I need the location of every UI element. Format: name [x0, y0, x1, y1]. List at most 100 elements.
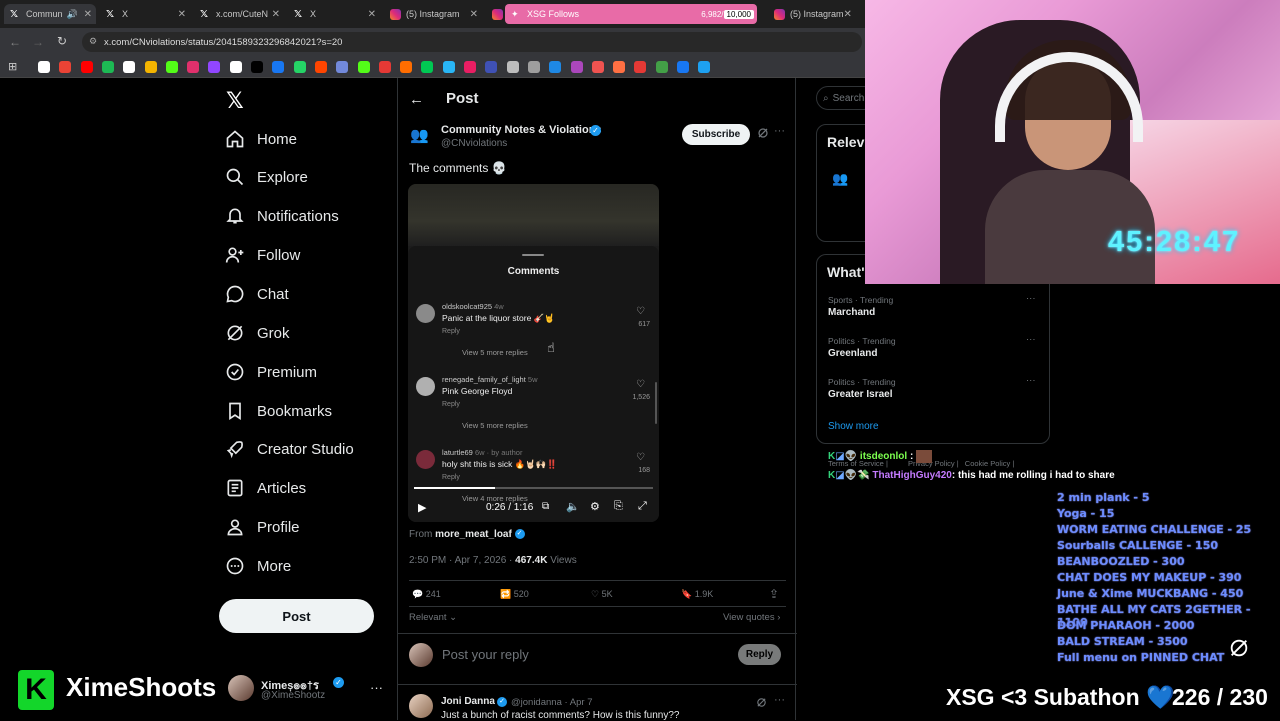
browser-tab[interactable]: 𝕏 X ✕: [100, 4, 190, 24]
bookmark-favicon-icon[interactable]: [570, 61, 583, 73]
nav-creator-studio[interactable]: Creator Studio: [224, 434, 354, 464]
bookmark-favicon-icon[interactable]: [655, 61, 668, 73]
nav-more[interactable]: More: [224, 551, 291, 581]
account-menu-icon[interactable]: ···: [370, 680, 383, 695]
bookmark-favicon-icon[interactable]: [293, 61, 306, 73]
comment-avatar[interactable]: [416, 450, 435, 469]
back-arrow-icon[interactable]: ←: [9, 35, 21, 49]
bookmark-favicon-icon[interactable]: [400, 61, 413, 73]
nav-grok[interactable]: Grok: [224, 318, 290, 348]
share-icon[interactable]: ⇪: [769, 587, 779, 601]
trend-more-icon[interactable]: ···: [1026, 375, 1036, 386]
view-more-replies-link[interactable]: View 5 more replies: [462, 348, 528, 357]
view-quotes-link[interactable]: View quotes ›: [723, 612, 780, 623]
trend-more-icon[interactable]: ···: [1026, 293, 1036, 304]
nav-profile[interactable]: Profile: [224, 512, 300, 542]
like-count[interactable]: ♡ 5K: [591, 589, 613, 600]
browser-tab[interactable]: [486, 4, 504, 24]
bookmark-favicon-icon[interactable]: [101, 61, 114, 73]
pip-icon[interactable]: ⎘: [614, 500, 623, 513]
author-avatar[interactable]: 👥: [832, 171, 848, 187]
grok-icon[interactable]: [757, 127, 769, 139]
bookmark-favicon-icon[interactable]: [208, 61, 221, 73]
play-icon[interactable]: ▶: [418, 501, 426, 514]
bookmark-favicon-icon[interactable]: [613, 61, 626, 73]
close-tab-icon[interactable]: ✕: [368, 9, 380, 20]
nav-notifications[interactable]: Notifications: [224, 201, 339, 231]
repost-count[interactable]: 🔁 520: [500, 589, 529, 600]
bookmark-favicon-icon[interactable]: [251, 61, 263, 73]
bookmark-favicon-icon[interactable]: [80, 61, 93, 73]
bookmark-favicon-icon[interactable]: [187, 61, 200, 73]
browser-tab[interactable]: 𝕏 x.com/CuteN ✕: [194, 4, 284, 24]
bookmark-favicon-icon[interactable]: [272, 61, 285, 73]
mute-icon[interactable]: 🔊: [67, 9, 78, 20]
nav-follow[interactable]: Follow: [224, 240, 300, 270]
grok-icon[interactable]: [756, 697, 767, 708]
drag-handle[interactable]: [522, 254, 544, 256]
heart-icon[interactable]: ♡: [636, 306, 645, 317]
avatar[interactable]: [228, 675, 254, 701]
video-progress-track[interactable]: [414, 487, 653, 489]
site-info-icon[interactable]: ⚙: [89, 36, 97, 47]
scrollbar[interactable]: [655, 382, 657, 424]
bookmark-favicon-icon[interactable]: [123, 61, 136, 73]
video-player[interactable]: Comments oldskoolcat925 4w Panic at the l…: [408, 184, 659, 522]
back-arrow-icon[interactable]: ←: [409, 91, 424, 108]
reply-input[interactable]: Post your reply: [442, 647, 529, 662]
reply-button[interactable]: Reply: [738, 644, 781, 665]
trend-name[interactable]: Greenland: [828, 348, 877, 359]
captions-icon[interactable]: ⧉: [542, 501, 549, 512]
subscribe-button[interactable]: Subscribe: [682, 124, 750, 145]
volume-icon[interactable]: 🔈: [566, 500, 580, 513]
bookmark-favicon-icon[interactable]: [464, 61, 476, 73]
bookmark-favicon-icon[interactable]: [506, 61, 519, 73]
trend-name[interactable]: Marchand: [828, 307, 875, 318]
bookmark-count[interactable]: 🔖 1.9K: [681, 589, 713, 600]
comment-reply-link[interactable]: Reply: [442, 328, 460, 335]
author-avatar[interactable]: 👥: [410, 126, 432, 148]
comment-reply-link[interactable]: Reply: [442, 474, 460, 481]
heart-icon[interactable]: ♡: [636, 452, 645, 463]
more-options-icon[interactable]: ···: [774, 125, 785, 137]
nav-chat[interactable]: Chat: [224, 279, 289, 309]
bookmark-favicon-icon[interactable]: [144, 61, 157, 73]
show-more-link[interactable]: Show more: [828, 421, 879, 432]
close-tab-icon[interactable]: ✕: [272, 9, 284, 20]
url-field[interactable]: ⚙ x.com/CNviolations/status/204158932329…: [82, 32, 862, 52]
comment-avatar[interactable]: [416, 304, 435, 323]
grok-icon[interactable]: [1228, 637, 1250, 659]
reply-avatar[interactable]: [409, 694, 433, 718]
browser-tab[interactable]: 𝕏 X ✕: [288, 4, 380, 24]
more-options-icon[interactable]: ···: [774, 694, 785, 706]
source-user-link[interactable]: more_meat_loaf: [435, 529, 512, 540]
heart-icon[interactable]: ♡: [636, 379, 645, 390]
nav-explore[interactable]: Explore: [224, 162, 308, 192]
bookmark-favicon-icon[interactable]: [549, 61, 562, 73]
comment-username[interactable]: renegade_family_of_light 5w: [442, 375, 538, 384]
bookmark-favicon-icon[interactable]: [698, 61, 711, 73]
bookmark-favicon-icon[interactable]: [336, 61, 349, 73]
bookmark-favicon-icon[interactable]: [357, 61, 370, 73]
bookmark-favicon-icon[interactable]: [677, 61, 689, 73]
chat-username[interactable]: itsdeonlol: [860, 451, 907, 462]
nav-premium[interactable]: Premium: [224, 357, 317, 387]
bookmark-favicon-icon[interactable]: [229, 61, 242, 73]
comment-username[interactable]: laturtle69 6w · by author: [442, 448, 522, 457]
close-tab-icon[interactable]: ✕: [844, 9, 854, 20]
bookmark-favicon-icon[interactable]: [591, 61, 604, 73]
post-button[interactable]: Post: [219, 599, 374, 633]
browser-tab-active[interactable]: 𝕏 Commun 🔊 ✕: [4, 4, 96, 24]
nav-bookmarks[interactable]: Bookmarks: [224, 396, 332, 426]
reload-icon[interactable]: ↻: [57, 34, 67, 48]
bookmark-favicon-icon[interactable]: [527, 61, 540, 73]
bookmark-favicon-icon[interactable]: [485, 61, 498, 73]
bookmark-favicon-icon[interactable]: [421, 61, 434, 73]
bookmark-favicon-icon[interactable]: [442, 61, 455, 73]
comment-reply-link[interactable]: Reply: [442, 401, 460, 408]
fullscreen-icon[interactable]: ⤢: [638, 500, 647, 513]
bookmark-favicon-icon[interactable]: [378, 61, 391, 73]
apps-grid-icon[interactable]: ⊞: [8, 60, 17, 73]
bookmark-favicon-icon[interactable]: [38, 61, 50, 73]
bookmark-favicon-icon[interactable]: [314, 61, 327, 73]
